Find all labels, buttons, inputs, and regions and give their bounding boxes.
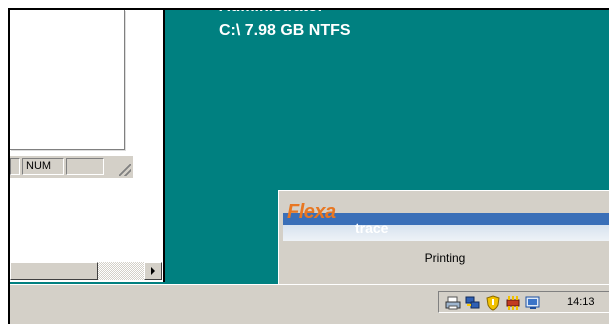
scrollbar-track[interactable] [98, 262, 144, 280]
desktop-drive-info: C:\ 7.98 GB NTFS [219, 22, 351, 39]
display-icon[interactable] [525, 295, 541, 311]
logo-trace: trace [355, 220, 389, 236]
taskbar-clock[interactable]: 14:13 [567, 295, 595, 310]
network-icon[interactable] [465, 295, 481, 311]
hardware-icon[interactable] [505, 295, 521, 311]
splash-window: Flexa trace Printing [278, 190, 609, 285]
status-cell-blank [66, 158, 104, 175]
printer-icon[interactable] [445, 295, 461, 311]
horizontal-scrollbar[interactable] [10, 262, 162, 280]
desktop-user-label: Administrator [219, 10, 324, 16]
desktop-screen: NUM Administrator C:\ 7.98 GB NTFS Flexa… [8, 8, 609, 324]
app-window: NUM [10, 10, 165, 282]
logo-flexa: Flexa [287, 201, 336, 223]
taskbar: 14:13 [10, 284, 609, 324]
system-tray: 14:13 [438, 291, 609, 313]
content-pane[interactable] [10, 10, 125, 150]
security-shield-icon[interactable] [485, 295, 501, 311]
status-cell-num: NUM [22, 158, 64, 175]
logo-band-light [283, 225, 609, 241]
status-cell-empty [10, 158, 20, 175]
scroll-right-arrow-icon[interactable] [144, 262, 162, 280]
resize-grip-icon[interactable] [119, 164, 131, 176]
status-bar: NUM [10, 156, 133, 178]
scrollbar-thumb[interactable] [10, 262, 98, 280]
splash-status-text: Printing [424, 251, 466, 265]
